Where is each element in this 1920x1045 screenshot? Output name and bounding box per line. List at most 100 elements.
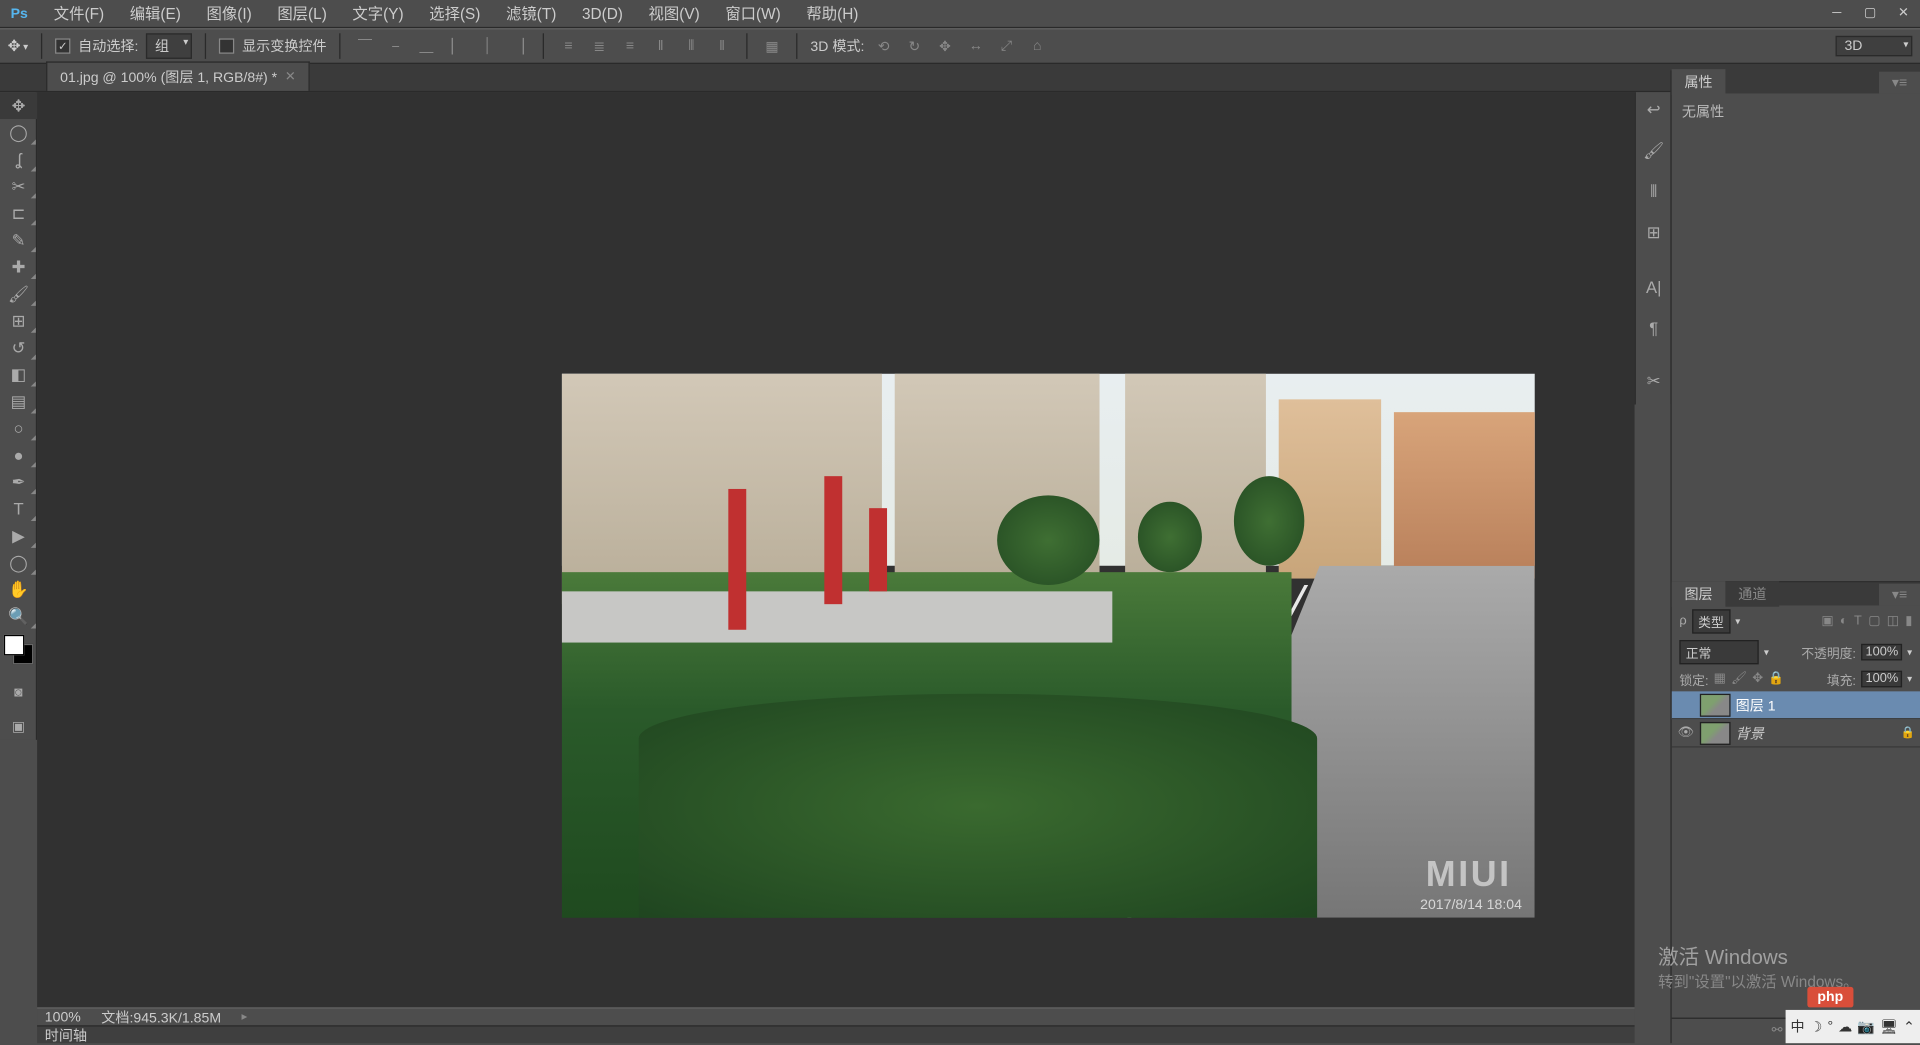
- menu-edit[interactable]: 编辑(E): [117, 0, 194, 28]
- panel-menu-icon[interactable]: ▾≡: [1879, 583, 1920, 605]
- type-tool[interactable]: T: [0, 495, 37, 522]
- layers-tab[interactable]: 图层: [1672, 581, 1726, 607]
- distribute-top-icon[interactable]: ≡: [557, 35, 580, 58]
- auto-align-icon[interactable]: ▦: [761, 35, 784, 58]
- distribute-left-icon[interactable]: ‖: [649, 35, 672, 58]
- minimize-button[interactable]: ─: [1825, 4, 1848, 22]
- channels-tab[interactable]: 通道: [1725, 581, 1779, 607]
- 3d-orbit-icon[interactable]: ⟲: [872, 35, 895, 58]
- lock-all-icon[interactable]: 🔒: [1768, 672, 1784, 686]
- maximize-button[interactable]: ▢: [1859, 4, 1882, 22]
- close-tab-icon[interactable]: ✕: [285, 70, 296, 84]
- 3d-zoom-icon[interactable]: ⤢: [995, 35, 1018, 58]
- tray-chevron-icon[interactable]: ⌃: [1903, 1018, 1915, 1035]
- quick-mask-toggle[interactable]: ◙: [0, 678, 37, 705]
- link-layers-icon[interactable]: ⚯: [1772, 1024, 1783, 1038]
- blur-tool[interactable]: ○: [0, 415, 37, 442]
- ime-indicator[interactable]: 中: [1791, 1016, 1805, 1036]
- layer-name[interactable]: 背景: [1736, 723, 1764, 743]
- foreground-color[interactable]: [4, 635, 24, 655]
- layer-row-background[interactable]: 👁 背景 🔒: [1672, 719, 1920, 747]
- crop-tool[interactable]: ⊏: [0, 200, 37, 227]
- color-swatches[interactable]: [4, 635, 40, 671]
- layer-filter-kind[interactable]: 类型: [1692, 609, 1730, 633]
- menu-window[interactable]: 窗口(W): [713, 0, 794, 28]
- opacity-value[interactable]: 100%: [1861, 644, 1902, 661]
- screen-mode-toggle[interactable]: ▣: [0, 713, 37, 740]
- menu-filter[interactable]: 滤镜(T): [493, 0, 569, 28]
- pen-tool[interactable]: ✒: [0, 468, 37, 495]
- menu-layer[interactable]: 图层(L): [265, 0, 340, 28]
- distribute-right-icon[interactable]: ‖: [711, 35, 734, 58]
- gradient-tool[interactable]: ▤: [0, 388, 37, 415]
- align-vcenter-icon[interactable]: ⎯: [384, 35, 407, 58]
- brush-presets-icon[interactable]: ⫴: [1636, 174, 1672, 210]
- tray-cloud-icon[interactable]: ☁: [1838, 1018, 1852, 1035]
- paragraph-panel-icon[interactable]: ¶: [1636, 310, 1672, 346]
- filter-toggle-icon[interactable]: ▮: [1905, 614, 1912, 628]
- tray-moon-icon[interactable]: ☽: [1810, 1018, 1823, 1035]
- 3d-camera-icon[interactable]: ⌂: [1026, 35, 1049, 58]
- panel-menu-icon[interactable]: ▾≡: [1879, 71, 1920, 93]
- menu-select[interactable]: 选择(S): [416, 0, 493, 28]
- align-left-icon[interactable]: ▏: [446, 35, 469, 58]
- filter-smart-icon[interactable]: ◫: [1887, 614, 1899, 628]
- menu-help[interactable]: 帮助(H): [794, 0, 872, 28]
- doc-info[interactable]: 文档:945.3K/1.85M: [101, 1007, 221, 1027]
- 3d-roll-icon[interactable]: ↻: [903, 35, 926, 58]
- history-panel-icon[interactable]: ↩: [1636, 92, 1672, 128]
- layer-thumbnail[interactable]: [1700, 693, 1731, 716]
- hand-tool[interactable]: ✋: [0, 576, 37, 603]
- lock-transparent-icon[interactable]: ▦: [1714, 672, 1726, 686]
- canvas-area[interactable]: MIUI 2017/8/14 18:04: [37, 92, 1634, 1007]
- tool-preset-picker[interactable]: ✥▾: [8, 37, 29, 55]
- auto-select-dropdown[interactable]: 组: [146, 33, 192, 59]
- lasso-tool[interactable]: ʆ: [0, 146, 37, 173]
- align-bottom-icon[interactable]: ⎽: [415, 35, 438, 58]
- distribute-vcenter-icon[interactable]: ≣: [588, 35, 611, 58]
- tool-presets-icon[interactable]: ✂: [1636, 364, 1672, 400]
- align-top-icon[interactable]: ⎺: [353, 35, 376, 58]
- blend-mode-select[interactable]: 正常: [1679, 640, 1758, 664]
- show-transform-checkbox[interactable]: [219, 38, 234, 53]
- quick-select-tool[interactable]: ✂: [0, 173, 37, 200]
- distribute-bottom-icon[interactable]: ≡: [618, 35, 641, 58]
- filter-pixel-icon[interactable]: ▣: [1821, 614, 1833, 628]
- eraser-tool[interactable]: ◧: [0, 361, 37, 388]
- tray-icon[interactable]: °: [1827, 1019, 1833, 1034]
- tray-monitor-icon[interactable]: 🖥: [1880, 1018, 1898, 1035]
- marquee-tool[interactable]: ◯: [0, 119, 37, 146]
- shape-tool[interactable]: ◯: [0, 549, 37, 576]
- align-right-icon[interactable]: ▕: [507, 35, 530, 58]
- menu-3d[interactable]: 3D(D): [569, 1, 636, 27]
- properties-tab[interactable]: 属性: [1672, 69, 1726, 95]
- lock-pixels-icon[interactable]: 🖌: [1731, 672, 1747, 686]
- timeline-panel-tab[interactable]: 时间轴: [37, 1025, 1634, 1043]
- character-panel-icon[interactable]: A|: [1636, 269, 1672, 305]
- close-button[interactable]: ✕: [1892, 4, 1915, 22]
- auto-select-checkbox[interactable]: ✓: [55, 38, 70, 53]
- layer-row-1[interactable]: 图层 1: [1672, 691, 1920, 719]
- zoom-level[interactable]: 100%: [45, 1009, 81, 1024]
- eyedropper-tool[interactable]: ✎: [0, 227, 37, 254]
- healing-tool[interactable]: ✚: [0, 253, 37, 280]
- 3d-slide-icon[interactable]: ↔: [964, 35, 987, 58]
- filter-shape-icon[interactable]: ▢: [1868, 614, 1880, 628]
- fill-value[interactable]: 100%: [1861, 671, 1902, 688]
- filter-adjust-icon[interactable]: ◐: [1840, 614, 1848, 628]
- filter-type-icon[interactable]: T: [1854, 614, 1862, 628]
- brush-tool[interactable]: 🖌: [0, 280, 37, 307]
- dodge-tool[interactable]: ●: [0, 442, 37, 469]
- layer-name[interactable]: 图层 1: [1736, 694, 1776, 714]
- layer-thumbnail[interactable]: [1700, 721, 1731, 744]
- lock-position-icon[interactable]: ✥: [1752, 672, 1763, 686]
- zoom-tool[interactable]: 🔍: [0, 603, 37, 630]
- stamp-tool[interactable]: ⊞: [0, 307, 37, 334]
- menu-file[interactable]: 文件(F): [41, 0, 117, 28]
- menu-view[interactable]: 视图(V): [636, 0, 713, 28]
- align-hcenter-icon[interactable]: │: [476, 35, 499, 58]
- document-canvas[interactable]: MIUI 2017/8/14 18:04: [562, 374, 1535, 918]
- document-tab[interactable]: 01.jpg @ 100% (图层 1, RGB/8#) * ✕: [46, 61, 310, 90]
- move-tool[interactable]: ✥: [0, 92, 37, 119]
- clone-source-icon[interactable]: ⊞: [1636, 215, 1672, 251]
